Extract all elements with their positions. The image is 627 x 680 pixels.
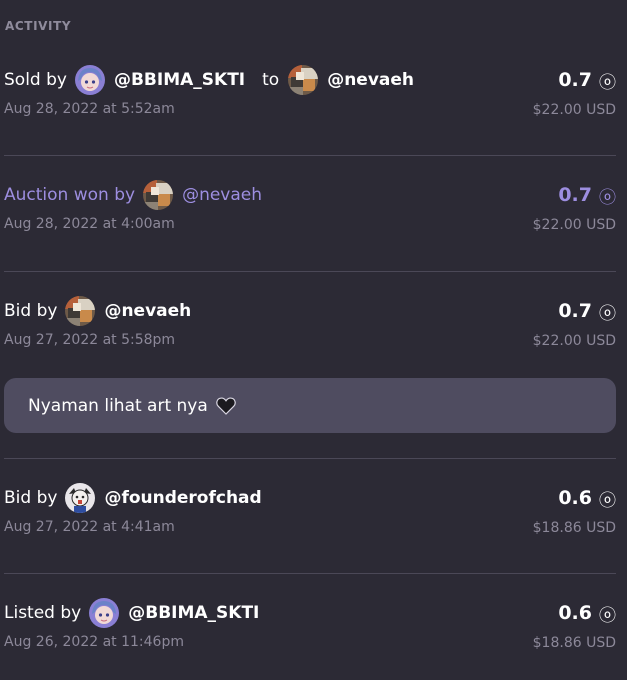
bid-amount: 0.6 ⓞ <box>558 596 616 630</box>
activity-item-bid: Bid by @founderofchad 0.6 ⓞ Aug 27, 2022… <box>0 481 627 551</box>
activity-date: Aug 28, 2022 at 5:52am <box>4 101 175 117</box>
amount-value: 0.7 <box>558 184 592 206</box>
divider <box>4 573 616 574</box>
amount-value: 0.7 <box>558 300 592 322</box>
avatar[interactable] <box>288 65 319 95</box>
activity-prefix: Bid by <box>4 488 58 508</box>
user-link[interactable]: @founderofchad <box>104 488 261 508</box>
avatar[interactable] <box>65 296 96 326</box>
activity-item-listed: Listed by @BBIMA_SKTI 0.6 ⓞ Aug 26, 2022… <box>0 596 627 666</box>
user-link[interactable]: @nevaeh <box>104 301 191 321</box>
activity-prefix: Bid by <box>4 301 58 321</box>
black-heart-icon <box>216 397 236 415</box>
tezos-icon: ⓞ <box>599 605 616 626</box>
user-link[interactable]: @BBIMA_SKTI <box>114 70 245 90</box>
activity-date: Aug 27, 2022 at 4:41am <box>4 519 175 535</box>
usd-value: $18.86 USD <box>532 635 616 651</box>
tezos-icon: ⓞ <box>599 303 616 324</box>
activity-prefix: Listed by <box>4 603 82 623</box>
tezos-icon: ⓞ <box>599 187 616 208</box>
amount-value: 0.7 <box>558 69 592 91</box>
comment-text: Nyaman lihat art nya <box>28 395 208 416</box>
avatar[interactable] <box>65 483 96 513</box>
section-title: ACTIVITY <box>5 19 72 33</box>
usd-value: $18.86 USD <box>532 520 616 536</box>
recipient-user-link[interactable]: @nevaeh <box>327 70 414 90</box>
usd-value: $22.00 USD <box>532 333 616 349</box>
activity-prefix: Sold by <box>4 70 67 90</box>
bid-amount: 0.6 ⓞ <box>558 481 616 515</box>
amount-value: 0.6 <box>558 487 592 509</box>
bid-amount: 0.7 ⓞ <box>558 178 616 212</box>
activity-date: Aug 28, 2022 at 4:00am <box>4 216 175 232</box>
activity-item-bid: Bid by @nevaeh 0.7 ⓞ Aug 27, 2022 at 5:5… <box>0 294 627 364</box>
avatar[interactable] <box>143 180 174 210</box>
activity-item-sold: Sold by @BBIMA_SKTI to @nevaeh 0.7 ⓞ Aug… <box>0 63 627 133</box>
usd-value: $22.00 USD <box>532 102 616 118</box>
bid-amount: 0.7 ⓞ <box>558 63 616 97</box>
bid-amount: 0.7 ⓞ <box>558 294 616 328</box>
activity-prefix: Auction won by <box>4 185 136 205</box>
usd-value: $22.00 USD <box>532 217 616 233</box>
amount-value: 0.6 <box>558 602 592 624</box>
activity-item-auction-won: Auction won by @nevaeh 0.7 ⓞ Aug 28, 202… <box>0 178 627 248</box>
divider <box>4 271 616 272</box>
avatar[interactable] <box>89 598 120 628</box>
user-link[interactable]: @BBIMA_SKTI <box>128 603 259 623</box>
divider <box>4 458 616 459</box>
activity-date: Aug 26, 2022 at 11:46pm <box>4 634 184 650</box>
tezos-icon: ⓞ <box>599 490 616 511</box>
activity-date: Aug 27, 2022 at 5:58pm <box>4 332 176 348</box>
tezos-icon: ⓞ <box>599 72 616 93</box>
avatar[interactable] <box>74 65 105 95</box>
user-link[interactable]: @nevaeh <box>182 185 262 205</box>
to-label: to <box>262 70 280 90</box>
bid-comment: Nyaman lihat art nya <box>4 378 616 433</box>
divider <box>4 155 616 156</box>
